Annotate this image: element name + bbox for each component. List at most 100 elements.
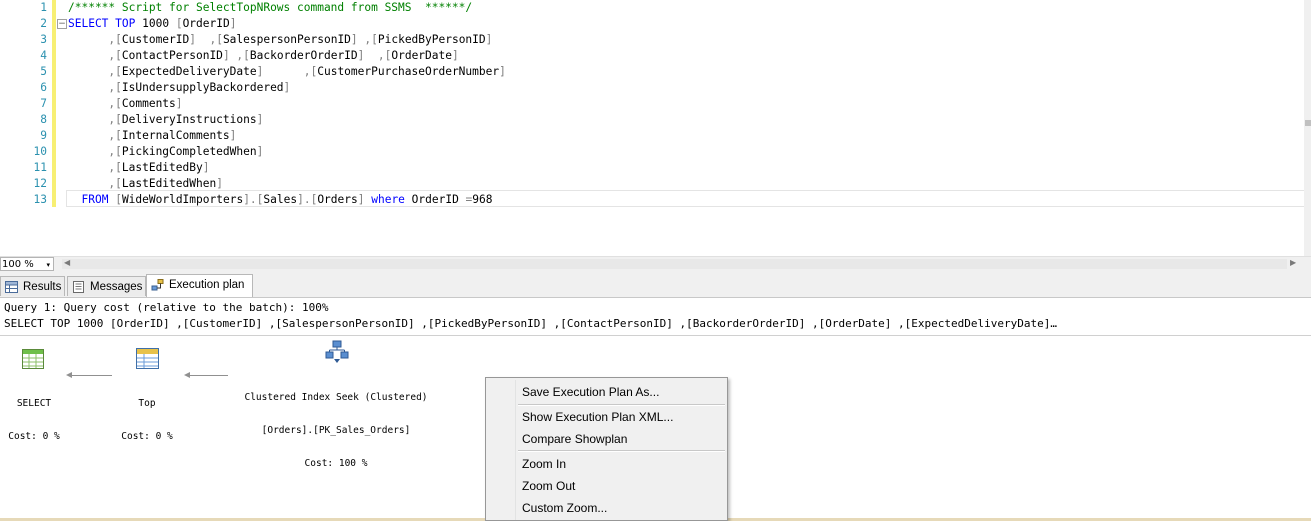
code-line[interactable]: 6 ,[IsUndersupplyBackordered]	[0, 80, 1300, 96]
code-token: OrderDate	[391, 49, 452, 62]
line-number: 1	[40, 1, 47, 14]
code-token: ]	[229, 17, 237, 30]
tab-messages-label: Messages	[90, 281, 143, 293]
tab-results-label: Results	[23, 281, 62, 293]
code-token: PickingCompletedWhen	[121, 145, 257, 158]
plan-arrow	[68, 375, 112, 376]
code-line[interactable]: 2 SELECT TOP 1000 [OrderID]	[0, 16, 1300, 32]
code-token: ,[	[68, 161, 122, 174]
code-line[interactable]: 7 ,[Comments]	[0, 96, 1300, 112]
tab-execution-plan[interactable]: Execution plan	[146, 274, 253, 297]
plan-context-menu: Save Execution Plan As... Show Execution…	[485, 377, 728, 521]
menu-item-show-execution-plan-xml[interactable]: Show Execution Plan XML...	[522, 407, 673, 427]
plan-header-divider	[0, 335, 1311, 336]
code-text: ,[IsUndersupplyBackordered]	[68, 80, 290, 96]
code-token: ]	[499, 65, 506, 78]
code-token: PickedByPersonID	[377, 33, 486, 46]
line-number: 12	[33, 177, 47, 190]
code-line[interactable]: 9 ,[InternalComments]	[0, 128, 1300, 144]
clustered-index-seek-name: Clustered Index Seek (Clustered)	[244, 392, 428, 403]
plan-arrow	[186, 375, 228, 376]
menu-separator	[518, 450, 725, 452]
clustered-index-seek-cost: Cost: 100 %	[304, 458, 368, 469]
line-number: 2	[40, 17, 47, 30]
execution-plan-icon	[151, 279, 164, 291]
arrow-head-icon	[66, 372, 72, 378]
code-token: ] ,[	[350, 33, 378, 46]
top-node[interactable]: Top Cost: 0 %	[112, 376, 182, 464]
code-line[interactable]: 4 ,[ContactPersonID] ,[BackorderOrderID]…	[0, 48, 1300, 64]
top-operator-icon[interactable]	[136, 348, 159, 369]
menu-icon-gutter	[515, 380, 516, 520]
menu-item-save-execution-plan-as[interactable]: Save Execution Plan As...	[522, 382, 659, 402]
code-line[interactable]: 3 ,[CustomerID] ,[SalespersonPersonID] ,…	[0, 32, 1300, 48]
code-token: ]	[283, 81, 291, 94]
top-node-name: Top	[138, 398, 156, 409]
zoom-level-select[interactable]: 100 % ▾	[0, 257, 54, 271]
tab-execution-plan-label: Execution plan	[169, 279, 245, 291]
code-text: ,[LastEditedWhen]	[68, 176, 223, 192]
code-token: ,[	[68, 81, 122, 94]
code-token: OrderID	[404, 193, 466, 206]
code-line[interactable]: 12 ,[LastEditedWhen]	[0, 176, 1300, 192]
code-token: ].[	[297, 193, 318, 206]
scroll-right-icon[interactable]: ▶	[1290, 258, 1296, 267]
code-line[interactable]: 13 FROM [WideWorldImporters].[Sales].[Or…	[0, 192, 1300, 208]
menu-item-custom-zoom[interactable]: Custom Zoom...	[522, 498, 607, 518]
line-number: 5	[40, 65, 47, 78]
menu-item-zoom-in[interactable]: Zoom In	[522, 454, 566, 474]
scroll-left-icon[interactable]: ◀	[64, 258, 70, 267]
code-token: ]	[229, 129, 237, 142]
code-text: /****** Script for SelectTopNRows comman…	[68, 0, 472, 16]
code-token: CustomerID	[121, 33, 190, 46]
code-line[interactable]: 11 ,[LastEditedBy]	[0, 160, 1300, 176]
code-text: SELECT TOP 1000 [OrderID]	[68, 16, 236, 32]
code-token: SELECT	[68, 17, 109, 30]
select-operator-icon[interactable]	[22, 349, 44, 369]
code-text: ,[ExpectedDeliveryDate] ,[CustomerPurcha…	[68, 64, 506, 80]
menu-item-compare-showplan[interactable]: Compare Showplan	[522, 429, 627, 449]
select-node-cost: Cost: 0 %	[8, 431, 60, 442]
editor-horizontal-scrollbar[interactable]	[62, 259, 1287, 269]
clustered-index-seek-node[interactable]: Clustered Index Seek (Clustered) [Orders…	[228, 370, 444, 491]
grid-icon	[5, 281, 18, 293]
line-number: 4	[40, 49, 47, 62]
code-text: FROM [WideWorldImporters].[Sales].[Order…	[68, 192, 492, 208]
code-token: ,[	[68, 177, 122, 190]
code-text: ,[Comments]	[68, 96, 182, 112]
code-text: ,[ContactPersonID] ,[BackorderOrderID] ,…	[68, 48, 458, 64]
code-text: ,[DeliveryInstructions]	[68, 112, 263, 128]
line-number: 6	[40, 81, 47, 94]
tab-results[interactable]: Results	[0, 276, 65, 296]
code-line[interactable]: 5 ,[ExpectedDeliveryDate] ,[CustomerPurc…	[0, 64, 1300, 80]
code-token: ]	[202, 161, 210, 174]
menu-item-zoom-out[interactable]: Zoom Out	[522, 476, 575, 496]
code-token: ]	[216, 177, 223, 190]
code-line[interactable]: 1 /****** Script for SelectTopNRows comma…	[0, 0, 1300, 16]
code-token: ] ,[	[222, 49, 250, 62]
code-token: InternalComments	[121, 129, 230, 142]
editor-vertical-scrollbar[interactable]	[1304, 0, 1311, 256]
code-token: ,[	[68, 113, 122, 126]
code-text: ,[InternalComments]	[68, 128, 236, 144]
code-token: SalespersonPersonID	[222, 33, 351, 46]
code-line[interactable]: 8 ,[DeliveryInstructions]	[0, 112, 1300, 128]
line-number: 13	[33, 193, 47, 206]
code-token: ContactPersonID	[121, 49, 223, 62]
select-node[interactable]: SELECT Cost: 0 %	[4, 376, 64, 464]
top-node-cost: Cost: 0 %	[121, 431, 173, 442]
code-text: ,[CustomerID] ,[SalespersonPersonID] ,[P…	[68, 32, 492, 48]
code-token: ] ,[	[256, 65, 318, 78]
code-token: [	[175, 17, 183, 30]
chevron-down-icon[interactable]: ▾	[46, 258, 50, 272]
code-token: LastEditedBy	[121, 161, 203, 174]
code-token: ExpectedDeliveryDate	[121, 65, 257, 78]
code-line[interactable]: 10 ,[PickingCompletedWhen]	[0, 144, 1300, 160]
tab-messages[interactable]: Messages	[67, 276, 146, 296]
code-token: OrderID	[182, 17, 230, 30]
clustered-index-seek-icon[interactable]	[324, 340, 350, 364]
code-text: ,[PickingCompletedWhen]	[68, 144, 263, 160]
query-editor[interactable]: − 1/****** Script for SelectTopNRows com…	[0, 0, 1311, 256]
line-number: 9	[40, 129, 47, 142]
